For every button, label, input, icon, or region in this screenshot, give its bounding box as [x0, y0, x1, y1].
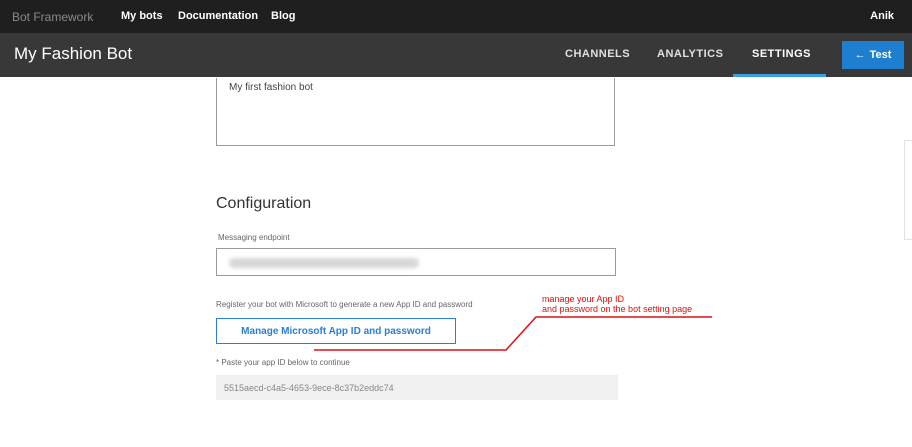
annotation-pointer-line: [314, 316, 712, 351]
side-panel-handle[interactable]: [904, 140, 912, 240]
annotation-line-1: manage your App ID: [542, 294, 625, 304]
annotation-text: manage your App ID and password on the b…: [542, 294, 692, 314]
annotation-line-2: and password on the bot setting page: [542, 304, 693, 314]
